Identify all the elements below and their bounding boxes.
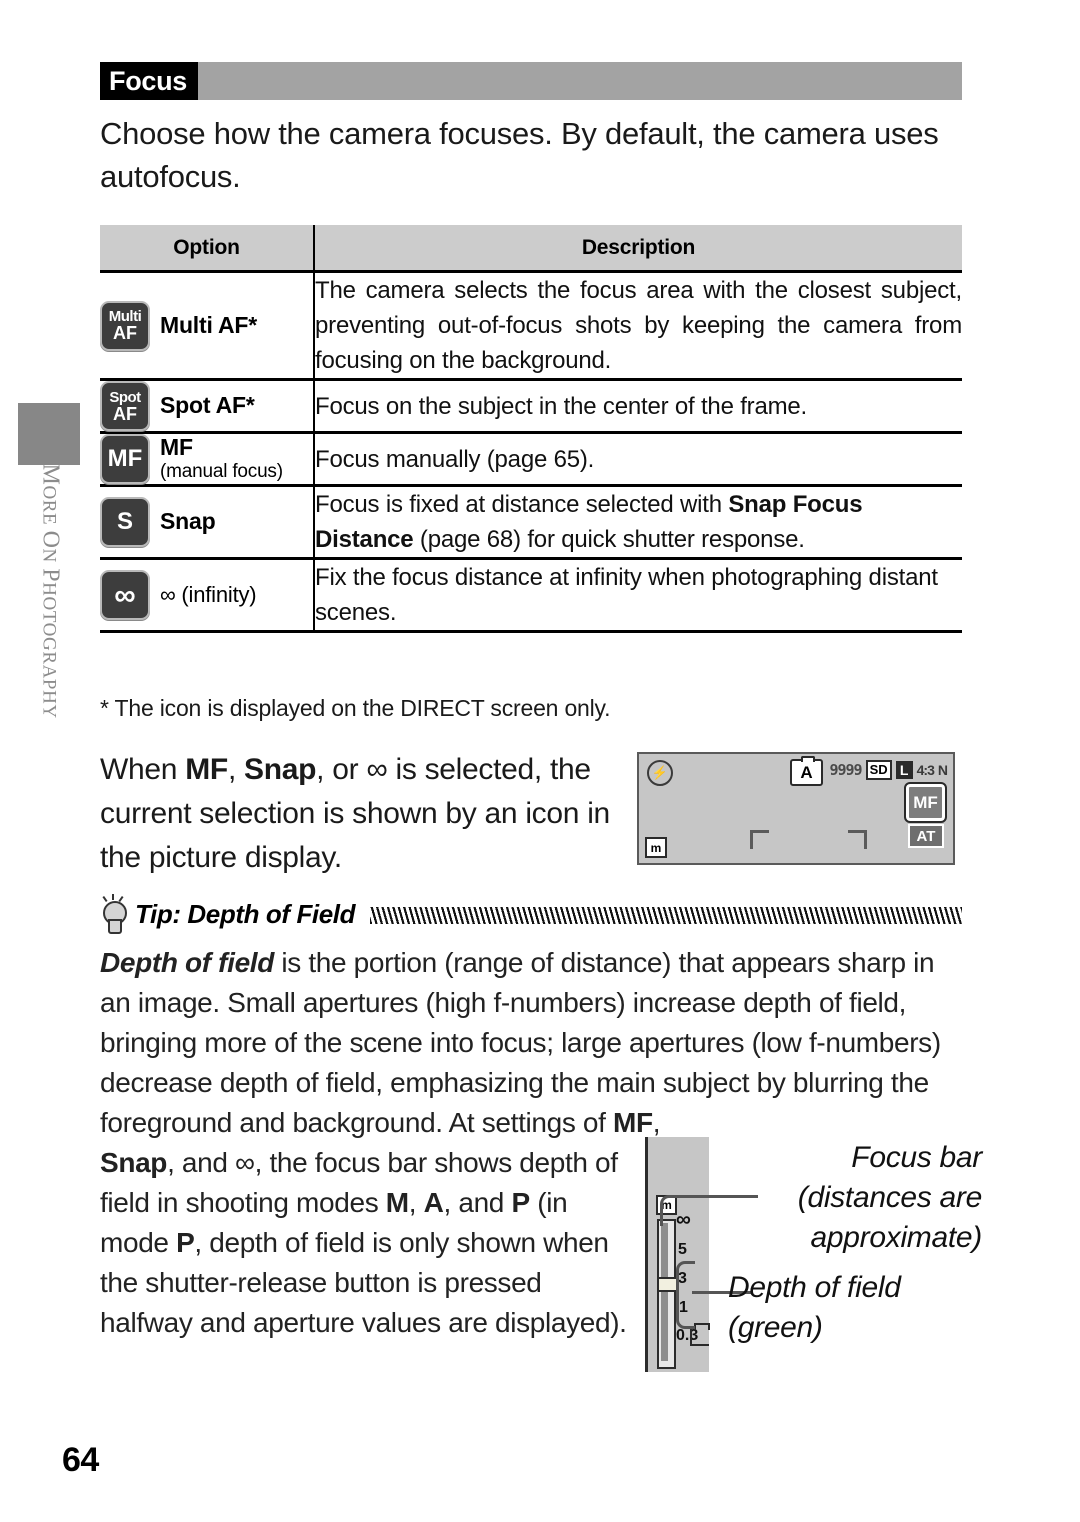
callout-focus-bar: Focus bar (distances are approximate)	[797, 1141, 983, 1254]
table-cell-option: S Snap	[100, 485, 315, 560]
table-cell-description: The camera selects the focus area with t…	[314, 271, 962, 381]
table-cell-description: Focus is fixed at distance selected with…	[314, 485, 962, 560]
option-title: Snap	[160, 508, 216, 535]
table-cell-description: Fix the focus distance at infinity when …	[314, 558, 962, 633]
table-header-row: Option Description	[100, 225, 962, 273]
option-subtitle: (manual focus)	[160, 461, 283, 483]
table-cell-option: ∞ ∞ (infinity)	[100, 558, 315, 633]
spot-af-icon: Spot AF	[100, 381, 150, 431]
auto-mode-icon: A	[790, 756, 823, 786]
tip-rule-decoration	[370, 907, 962, 924]
column-header-option: Option	[100, 225, 314, 273]
table-cell-description: Focus manually (page 65).	[314, 432, 962, 487]
column-header-description: Description	[313, 225, 962, 273]
option-title: Spot AF*	[160, 392, 255, 419]
table-cell-option: Spot AF Spot AF*	[100, 379, 315, 434]
table-footnote: * The icon is displayed on the DIRECT sc…	[100, 695, 611, 721]
focus-scale-5: 5	[678, 1241, 687, 1258]
intro-paragraph: Choose how the camera focuses. By defaul…	[100, 116, 939, 194]
infinity-icon: ∞	[100, 570, 150, 620]
focus-bar-diagram: m ∞ 5 3 1 0.3	[645, 1137, 710, 1372]
macro-icon	[690, 1323, 710, 1346]
af-bracket-top-left-icon	[750, 830, 769, 849]
option-title: MF	[160, 434, 193, 461]
table-row: Multi AF Multi AF* The camera selects the f…	[100, 271, 962, 381]
focus-options-table: Option Description Multi AF Multi AF* The c…	[100, 225, 962, 633]
auto-bracket-badge: AT	[908, 824, 944, 848]
option-title: ∞ (infinity)	[160, 581, 257, 607]
section-header-bar: Focus	[100, 62, 962, 100]
af-bracket-top-right-icon	[848, 830, 867, 849]
camera-display-mock: ⚡ A 9999 SD L 4:3 N MF AT m	[637, 752, 955, 865]
page-number: 64	[62, 1441, 99, 1479]
mf-icon: MF	[100, 434, 150, 484]
units-badge: m	[645, 837, 667, 858]
tip-paragraph-1: Depth of field is the portion (range of …	[100, 947, 941, 1138]
focus-bar-knob	[657, 1277, 678, 1292]
when-selected-paragraph: When MF, Snap, or ∞ is selected, the cur…	[100, 753, 610, 874]
flash-off-icon: ⚡	[647, 760, 673, 786]
snap-icon: S	[100, 497, 150, 547]
table-row: S Snap Focus is fixed at distance selected…	[100, 485, 962, 560]
sd-card-icon: SD	[865, 760, 892, 780]
table-cell-description: Focus on the subject in the center of th…	[314, 379, 962, 434]
quality-label: N	[937, 762, 948, 778]
page-title: Focus	[100, 62, 199, 100]
focus-bar-track	[657, 1219, 678, 1369]
aspect-ratio-label: 4:3	[916, 762, 935, 778]
option-title: Multi AF*	[160, 311, 257, 338]
tip-paragraph-2: Snap, and ∞, the focus bar shows depth o…	[100, 1147, 627, 1338]
image-size-icon: L	[895, 761, 913, 779]
table-row: Spot AF Spot AF* Focus on the subject in th…	[100, 379, 962, 434]
section-tab-label: MORE ON PHOTOGRAPHY	[37, 463, 64, 719]
focus-bar-fill	[661, 1223, 668, 1361]
table-row: ∞ ∞ (infinity) Fix the focus distance at i…	[100, 558, 962, 633]
section-tab-marker	[18, 403, 80, 465]
tip-title: Tip: Depth of Field	[135, 898, 356, 929]
lcd-status-cluster: 9999 SD L 4:3 N	[829, 760, 948, 780]
table-row: MF MF (manual focus) Focus manually (page 6…	[100, 432, 962, 487]
tip-heading: Tip: Depth of Field	[100, 894, 962, 934]
multi-af-icon: Multi AF	[100, 300, 150, 351]
frames-remaining: 9999	[829, 761, 862, 779]
focus-mode-badge: MF	[904, 782, 947, 823]
table-cell-option: Multi AF Multi AF*	[100, 271, 315, 381]
callout-depth-of-field: Depth of field (green)	[728, 1271, 901, 1344]
leader-brace-depth-of-field	[676, 1261, 695, 1329]
lightbulb-icon	[100, 894, 127, 934]
table-cell-option: MF MF (manual focus)	[100, 432, 315, 487]
